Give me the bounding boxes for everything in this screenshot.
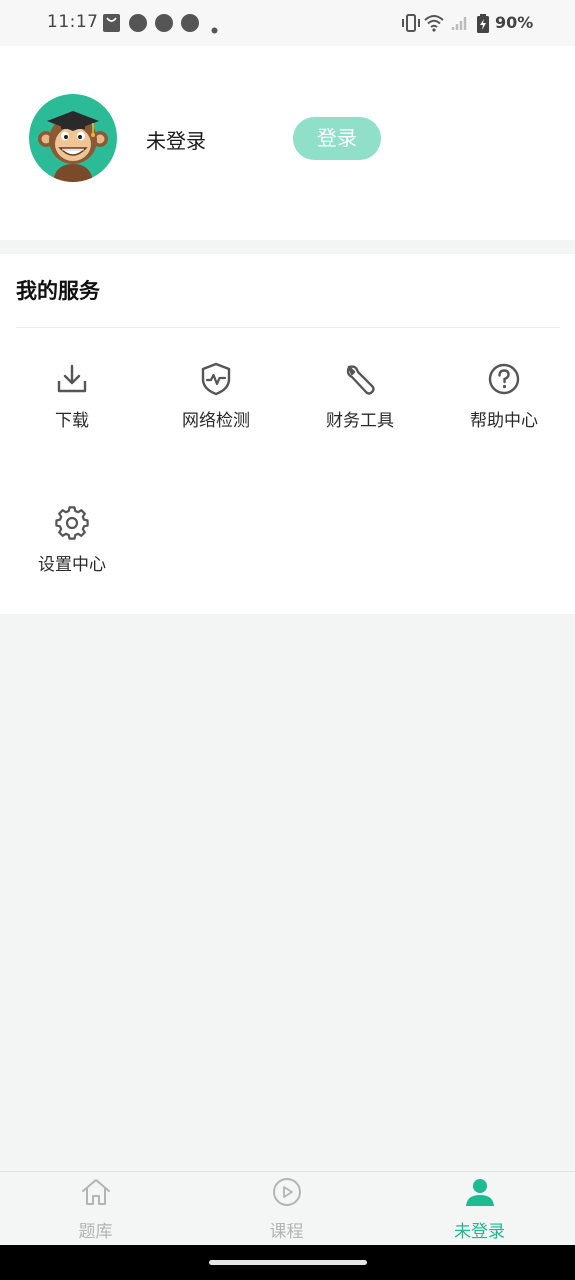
service-finance-tools[interactable]: 财务工具 [288,361,432,471]
compass-icon [129,14,147,36]
nav-item-courses[interactable]: 课程 [191,1172,382,1246]
compass-icon [181,14,199,36]
avatar[interactable] [29,94,117,182]
dot-icon [211,19,218,38]
nav-label: 未登录 [454,1222,505,1242]
monkey-graduate-avatar [38,111,108,182]
system-navigation-bar [0,1245,575,1280]
home-indicator[interactable] [209,1260,367,1265]
service-label: 下载 [55,411,89,431]
status-time: 11:17 [47,12,99,32]
service-network-check[interactable]: 网络检测 [144,361,288,471]
service-label: 设置中心 [38,555,106,575]
bottom-nav: 题库 课程 未登录 [0,1171,575,1246]
divider [16,327,560,328]
home-icon [80,1176,112,1208]
service-settings-center[interactable]: 设置中心 [0,505,144,615]
service-label: 财务工具 [326,411,394,431]
services-card: 我的服务 下载 网络检测 财务工具 帮助中心 设置中心 [0,254,575,614]
signal-icon [451,14,469,36]
service-help-center[interactable]: 帮助中心 [432,361,575,471]
service-label: 网络检测 [182,411,250,431]
vibrate-icon [401,14,421,36]
service-download[interactable]: 下载 [0,361,144,471]
services-title: 我的服务 [16,279,100,303]
download-icon [54,361,90,397]
wrench-icon [342,361,378,397]
play-icon [271,1176,303,1208]
wifi-icon [424,14,444,36]
battery-charging-icon [477,14,489,37]
nav-item-question-bank[interactable]: 题库 [0,1172,191,1246]
gear-icon [54,505,90,541]
service-label: 帮助中心 [470,411,538,431]
nav-item-profile[interactable]: 未登录 [384,1172,575,1246]
status-bar: 11:17 90% [0,0,575,46]
help-icon [486,361,522,397]
login-button[interactable]: 登录 [293,117,381,160]
profile-name: 未登录 [146,129,206,153]
user-icon [464,1176,496,1208]
shopping-bag-icon [103,14,120,36]
nav-label: 课程 [269,1222,304,1242]
profile-header: 未登录 登录 [0,46,575,240]
nav-label: 题库 [78,1222,113,1242]
compass-icon [155,14,173,36]
battery-percentage: 90% [495,13,534,32]
shield-pulse-icon [198,361,234,397]
